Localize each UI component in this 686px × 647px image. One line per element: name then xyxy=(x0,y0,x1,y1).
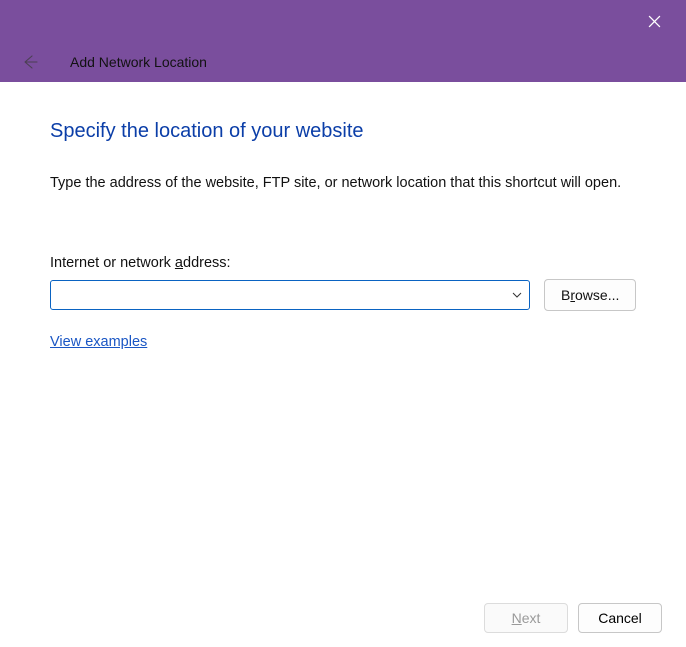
instruction-text: Type the address of the website, FTP sit… xyxy=(50,173,636,193)
address-combobox xyxy=(50,280,530,310)
wizard-title: Add Network Location xyxy=(70,54,207,70)
back-arrow-icon xyxy=(22,54,38,70)
address-label: Internet or network address: xyxy=(50,255,636,271)
wizard-footer: Next Cancel xyxy=(0,589,686,647)
address-dropdown-toggle[interactable] xyxy=(508,286,526,304)
back-button[interactable] xyxy=(16,48,44,76)
chevron-down-icon xyxy=(511,289,523,301)
close-button[interactable] xyxy=(634,5,674,37)
address-input[interactable] xyxy=(50,280,530,310)
next-button: Next xyxy=(484,603,568,633)
browse-button[interactable]: Browse... xyxy=(544,279,636,311)
view-examples-link[interactable]: View examples xyxy=(50,334,147,350)
titlebar xyxy=(0,0,686,42)
cancel-button[interactable]: Cancel xyxy=(578,603,662,633)
close-icon xyxy=(648,15,661,28)
wizard-content: Specify the location of your website Typ… xyxy=(0,82,686,589)
page-title: Specify the location of your website xyxy=(50,120,636,143)
wizard-header: Add Network Location xyxy=(0,42,686,82)
address-row: Browse... xyxy=(50,279,636,311)
